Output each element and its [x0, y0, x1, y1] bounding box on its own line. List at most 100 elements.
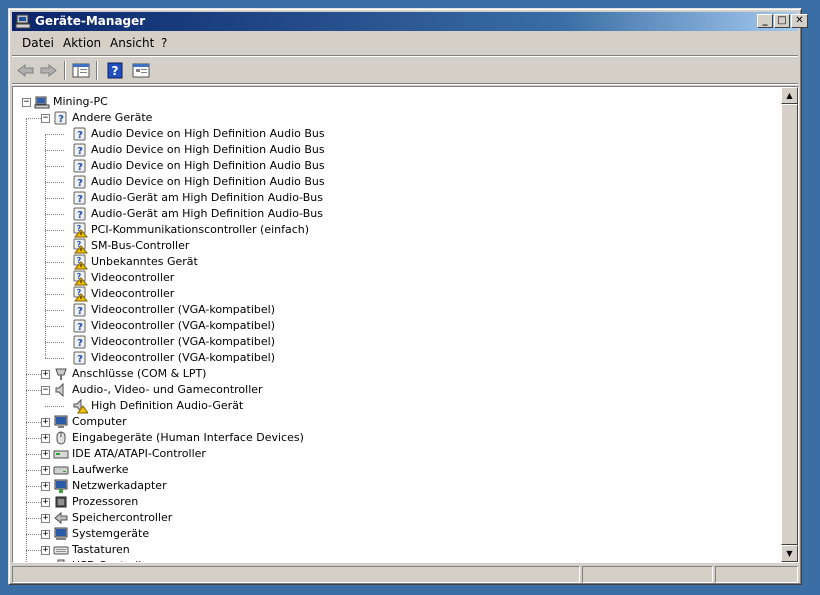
expand-toggle[interactable]: + — [41, 546, 50, 555]
tree-device-node[interactable]: ? Videocontroller (VGA-kompatibel) — [13, 302, 773, 318]
tree-device-node[interactable]: ? Audio-Gerät am High Definition Audio-Bu… — [13, 190, 773, 206]
processor-icon — [55, 496, 67, 508]
tree-node-label: Audio Device on High Definition Audio Bu… — [91, 143, 325, 156]
expand-toggle[interactable]: + — [41, 482, 50, 491]
tree-device-node[interactable]: ? Videocontroller (VGA-kompatibel) — [13, 334, 773, 350]
tree-device-node[interactable]: ? PCI-Kommunikationscontroller (einfach) — [13, 222, 773, 238]
tree-node-label: PCI-Kommunikationscontroller (einfach) — [91, 223, 310, 236]
unknown-device-icon: ? — [73, 335, 86, 349]
expand-toggle[interactable]: + — [41, 418, 50, 427]
tree-device-node[interactable]: ? Audio Device on High Definition Audio B… — [13, 174, 773, 190]
tree-category-node[interactable]: + USB-Controller — [13, 558, 773, 563]
menu-help[interactable]: ? — [161, 36, 167, 50]
warning-device-icon: ? — [73, 238, 88, 254]
expand-toggle[interactable]: + — [41, 370, 50, 379]
tree-node-label: Eingabegeräte (Human Interface Devices) — [72, 431, 304, 444]
tree-node-label: Videocontroller — [91, 271, 175, 284]
properties-icon[interactable] — [130, 61, 152, 80]
expand-toggle[interactable]: + — [41, 498, 50, 507]
tree-device-node[interactable]: ? Audio Device on High Definition Audio B… — [13, 142, 773, 158]
tree-category-node[interactable]: + Prozessoren — [13, 494, 773, 510]
tree-device-node[interactable]: ? SM-Bus-Controller — [13, 238, 773, 254]
tree-category-node[interactable]: −? Andere Geräte — [13, 110, 773, 126]
collapse-toggle[interactable]: − — [22, 98, 31, 107]
unknown-device-icon: ? — [73, 319, 86, 333]
tree-category-node[interactable]: + IDE ATA/ATAPI-Controller — [13, 446, 773, 462]
console-tree-icon[interactable] — [70, 61, 92, 80]
warning-device-icon: ? — [73, 270, 88, 286]
scroll-up-button[interactable]: ▲ — [781, 87, 798, 104]
maximize-button[interactable]: □ — [774, 14, 790, 28]
toolbar: ? — [12, 58, 798, 83]
expand-toggle[interactable]: + — [41, 434, 50, 443]
unknown-device-icon: ? — [54, 111, 67, 125]
tree-device-node[interactable]: ? Unbekanntes Gerät — [13, 254, 773, 270]
tree-category-node[interactable]: + Eingabegeräte (Human Interface Devices) — [13, 430, 773, 446]
menu-aktion[interactable]: Aktion — [63, 36, 101, 50]
tree-device-node[interactable]: ? Videocontroller — [13, 286, 773, 302]
unknown-device-icon: ? — [73, 143, 86, 157]
unknown-device-icon: ? — [73, 351, 86, 365]
tree-node-label: Videocontroller (VGA-kompatibel) — [91, 351, 275, 364]
scroll-thumb[interactable] — [781, 104, 798, 545]
tree-device-node[interactable]: High Definition Audio-Gerät — [13, 398, 773, 414]
tree-node-label: Videocontroller (VGA-kompatibel) — [91, 303, 275, 316]
tree-node-label: Audio Device on High Definition Audio Bu… — [91, 159, 325, 172]
speaker-icon — [55, 382, 64, 398]
expand-toggle[interactable]: + — [41, 530, 50, 539]
tree-device-node[interactable]: ? Audio Device on High Definition Audio B… — [13, 158, 773, 174]
tree-device-node[interactable]: ? Audio-Gerät am High Definition Audio-Bu… — [13, 206, 773, 222]
forward-icon[interactable] — [37, 61, 59, 80]
menu-ansicht[interactable]: Ansicht — [110, 36, 154, 50]
unknown-device-icon: ? — [73, 191, 86, 205]
back-icon[interactable] — [15, 61, 37, 80]
unknown-device-icon: ? — [73, 127, 86, 141]
tree-category-node[interactable]: + Computer — [13, 414, 773, 430]
tree-device-node[interactable]: ? Videocontroller (VGA-kompatibel) — [13, 318, 773, 334]
tree-device-node[interactable]: ? Videocontroller (VGA-kompatibel) — [13, 350, 773, 366]
svg-text:?: ? — [77, 322, 83, 333]
tree-node-label: Videocontroller (VGA-kompatibel) — [91, 319, 275, 332]
warning-device-icon: ? — [73, 254, 88, 270]
tree-category-node[interactable]: + Netzwerkadapter — [13, 478, 773, 494]
tree-category-node[interactable]: + Tastaturen — [13, 542, 773, 558]
tree-node-label: Audio-, Video- und Gamecontroller — [72, 383, 263, 396]
vertical-scrollbar[interactable]: ▲ ▼ — [781, 87, 798, 562]
tree-category-node[interactable]: + Systemgeräte — [13, 526, 773, 542]
tree-device-node[interactable]: ? Videocontroller — [13, 270, 773, 286]
tree-root-node[interactable]: − Mining-PC — [13, 94, 773, 110]
tree-category-node[interactable]: + Anschlüsse (COM & LPT) — [13, 366, 773, 382]
minimize-button[interactable]: _ — [757, 14, 773, 28]
scroll-down-button[interactable]: ▼ — [781, 545, 798, 562]
tree-category-node[interactable]: − Audio-, Video- und Gamecontroller — [13, 382, 773, 398]
svg-text:?: ? — [77, 130, 83, 141]
title-bar[interactable]: Geräte-Manager _ □ ✕ — [12, 12, 808, 31]
ide-icon — [53, 450, 69, 459]
help-icon[interactable]: ? — [104, 61, 126, 80]
svg-text:?: ? — [77, 194, 83, 205]
device-manager-window: Geräte-Manager _ □ ✕ Datei Aktion Ansich… — [8, 8, 808, 585]
tree-category-node[interactable]: + Speichercontroller — [13, 510, 773, 526]
drive-icon — [53, 466, 69, 475]
menu-datei[interactable]: Datei — [22, 36, 54, 50]
tree-device-node[interactable]: ? Audio Device on High Definition Audio B… — [13, 126, 773, 142]
hid-icon — [56, 431, 66, 445]
close-button[interactable]: ✕ — [791, 14, 808, 28]
expand-toggle[interactable]: + — [41, 450, 50, 459]
expand-toggle[interactable]: + — [43, 562, 48, 563]
speaker-warning-icon — [73, 398, 88, 414]
computer-icon — [34, 96, 50, 109]
tree-node-label: Audio-Gerät am High Definition Audio-Bus — [91, 191, 323, 204]
system-icon — [54, 527, 68, 540]
tree-node-label: Anschlüsse (COM & LPT) — [72, 367, 207, 380]
toolbar-separator — [96, 61, 98, 80]
collapse-toggle[interactable]: − — [41, 386, 50, 395]
tree-category-node[interactable]: + Laufwerke — [13, 462, 773, 478]
tree-node-label: Videocontroller — [91, 287, 175, 300]
collapse-toggle[interactable]: − — [41, 114, 50, 123]
expand-toggle[interactable]: + — [41, 466, 50, 475]
usb-icon — [57, 559, 65, 562]
expand-toggle[interactable]: + — [41, 514, 50, 523]
toolbar-separator-line — [12, 83, 798, 85]
tree-node-label: Audio Device on High Definition Audio Bu… — [91, 127, 325, 140]
